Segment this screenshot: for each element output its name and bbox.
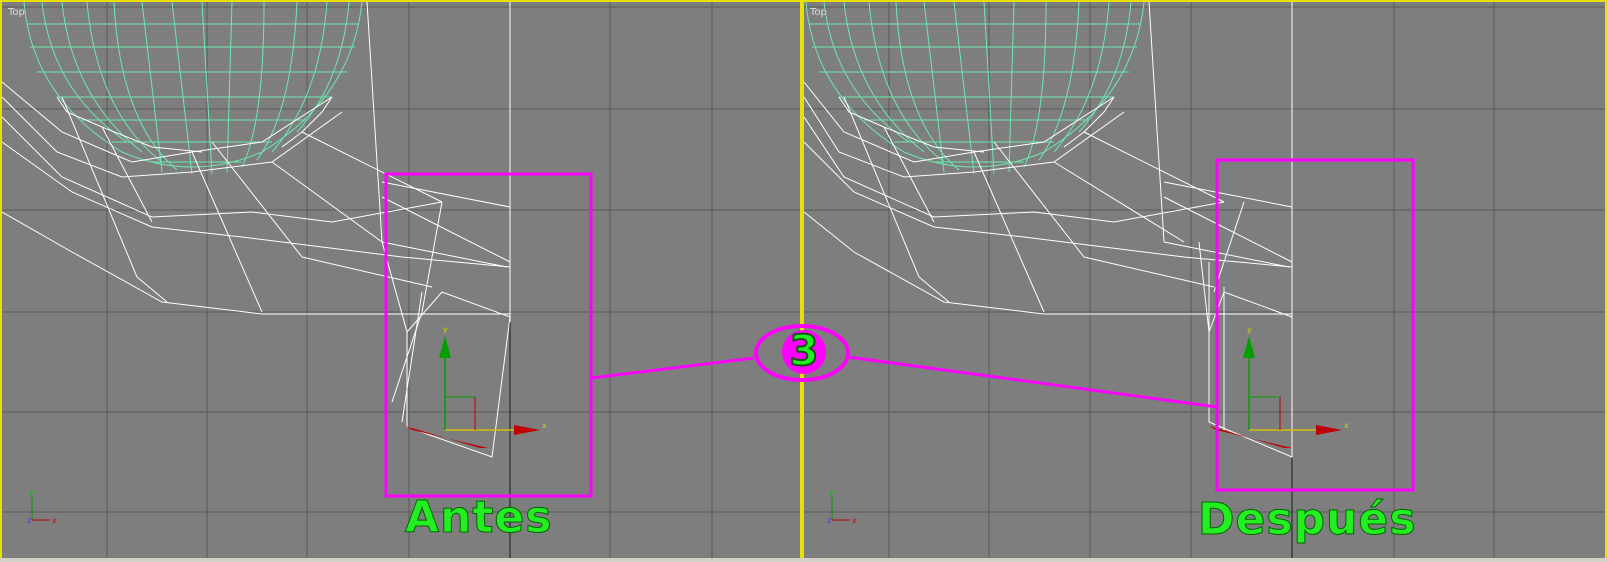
svg-text:x: x [52, 516, 57, 525]
svg-text:x: x [852, 516, 857, 525]
step-number: 3 [788, 326, 819, 375]
svg-text:y: y [29, 488, 34, 497]
world-axis-icon: y x z [27, 488, 57, 525]
bottom-strip [0, 558, 1607, 562]
svg-text:y: y [443, 325, 448, 334]
transform-gizmo-icon[interactable]: y x [405, 325, 547, 448]
svg-text:y: y [829, 488, 834, 497]
viewport-scene: y x y x z [2, 2, 800, 558]
sphere-wireframe [805, 2, 1145, 175]
viewport-top-right[interactable]: Top y x y x z [802, 0, 1607, 560]
mesh-wireframe [2, 2, 511, 458]
caption-after: Después [1197, 494, 1417, 546]
svg-text:x: x [1344, 421, 1349, 430]
svg-text:z: z [27, 516, 31, 525]
grid [2, 2, 800, 558]
mesh-wireframe [804, 2, 1293, 458]
viewport-scene: y x y x z [804, 2, 1605, 558]
viewport-top-left[interactable]: Top y x y x z [0, 0, 802, 560]
transform-gizmo-icon[interactable]: y x [1209, 325, 1349, 448]
svg-text:x: x [542, 421, 547, 430]
svg-text:z: z [827, 516, 831, 525]
caption-before: Antes [404, 492, 553, 544]
svg-text:y: y [1247, 325, 1252, 334]
sphere-wireframe [23, 2, 363, 175]
world-axis-icon: y x z [827, 488, 857, 525]
